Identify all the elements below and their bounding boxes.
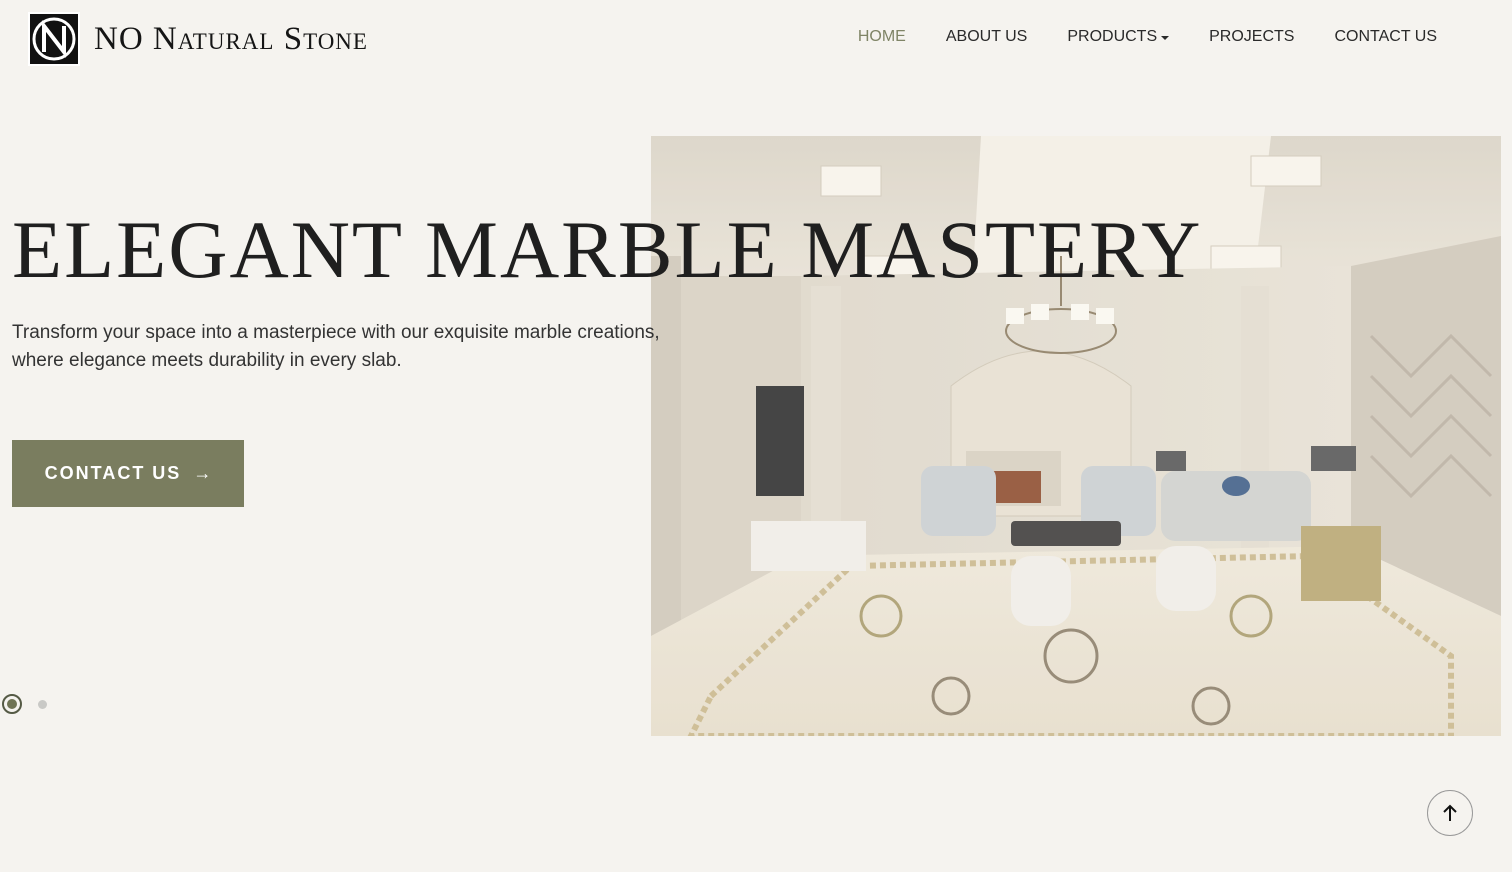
contact-us-button[interactable]: CONTACT US →	[12, 440, 244, 507]
contact-us-button-label: CONTACT US	[44, 463, 182, 483]
nav-about-us[interactable]: ABOUT US	[946, 28, 1028, 46]
logo-link[interactable]: NO Natural Stone	[28, 12, 368, 66]
nav-projects-label: PROJECTS	[1209, 28, 1295, 45]
hero-subtitle: Transform your space into a masterpiece …	[12, 319, 732, 375]
slider-dot-2[interactable]	[38, 699, 47, 709]
scroll-to-top-button[interactable]	[1427, 790, 1473, 836]
nav-home-label: HOME	[857, 28, 906, 45]
nav-home[interactable]: HOME	[858, 28, 906, 46]
brand-name: NO Natural Stone	[94, 20, 368, 57]
hero-subtitle-line-2: where elegance meets durability in every…	[12, 350, 402, 371]
arrow-right-icon: →	[193, 463, 212, 483]
caret-down-icon	[1161, 35, 1170, 40]
nav-projects[interactable]: PROJECTS	[1209, 28, 1294, 46]
page: NO Natural Stone HOME ABOUT US PRODUCTS …	[0, 0, 1512, 872]
hero-title: ELEGANT MARBLE MASTERY	[12, 204, 1203, 295]
slider-dot-1-fill	[7, 699, 17, 709]
site-header: NO Natural Stone HOME ABOUT US PRODUCTS …	[0, 0, 1512, 80]
hero-subtitle-line-1: Transform your space into a masterpiece …	[12, 322, 660, 343]
nav-contact-us[interactable]: CONTACT US	[1334, 28, 1437, 46]
nav-products-label: PRODUCTS	[1067, 28, 1158, 45]
nav-contact-us-label: CONTACT US	[1334, 28, 1437, 45]
nav-products[interactable]: PRODUCTS	[1067, 28, 1170, 46]
arrow-up-icon	[1443, 804, 1457, 821]
slider-dot-1[interactable]	[2, 694, 22, 714]
main-nav: HOME ABOUT US PRODUCTS PROJECTS CONTACT …	[818, 28, 1437, 46]
nav-about-us-label: ABOUT US	[945, 28, 1028, 45]
logo-icon	[28, 12, 80, 66]
slider-pagination	[2, 694, 47, 714]
